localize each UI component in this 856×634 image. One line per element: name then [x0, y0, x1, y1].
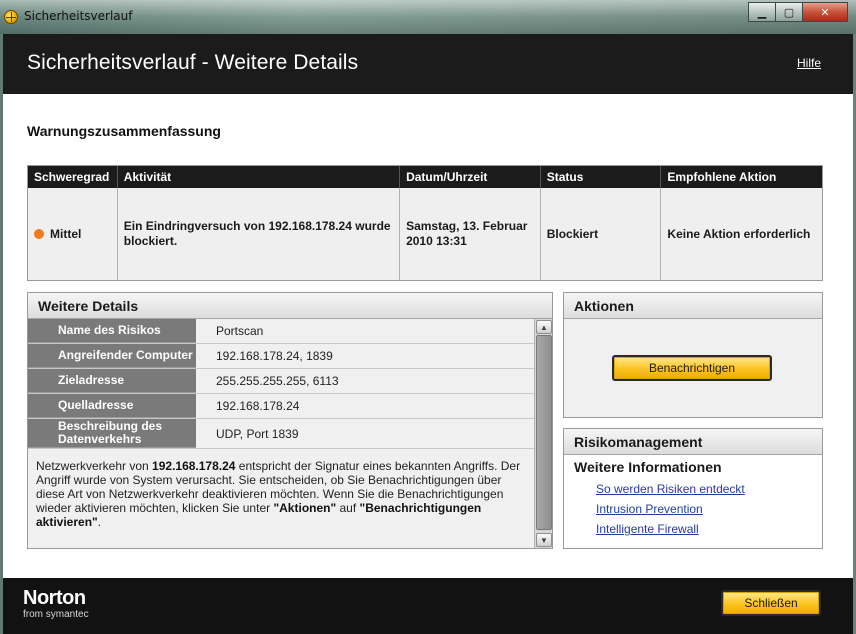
datetime-cell: Samstag, 13. Februar 2010 13:31 [400, 188, 541, 280]
norton-logo: Norton from symantec [23, 588, 89, 620]
risk-body: Weitere Informationen So werden Risiken … [564, 455, 822, 548]
detail-label: Zieladresse [28, 369, 196, 393]
detail-row-source: Quelladresse 192.168.178.24 [28, 394, 534, 419]
desc-text: . [97, 515, 102, 529]
summary-table: Schweregrad Aktivität Datum/Uhrzeit Stat… [27, 165, 823, 281]
detail-value: UDP, Port 1839 [196, 419, 534, 448]
summary-header-row: Schweregrad Aktivität Datum/Uhrzeit Stat… [28, 166, 822, 188]
detail-label: Quelladresse [28, 394, 196, 418]
actions-body: Benachrichtigen [564, 319, 822, 417]
detail-value: 255.255.255.255, 6113 [196, 369, 534, 393]
main-content: Warnungszusammenfassung Schweregrad Akti… [3, 94, 853, 578]
logo-text: Norton [23, 587, 86, 609]
help-link[interactable]: Hilfe [797, 56, 821, 70]
col-header-activity: Aktivität [118, 166, 401, 188]
details-scrollbar[interactable]: ▲ ▼ [534, 319, 552, 548]
detail-row-risk-name: Name des Risikos Portscan [28, 319, 534, 344]
severity-dot-icon [34, 229, 44, 239]
link-smart-firewall[interactable]: Intelligente Firewall [596, 522, 745, 536]
risk-links: So werden Risiken entdeckt Intrusion Pre… [596, 482, 745, 542]
notify-button[interactable]: Benachrichtigen [612, 355, 772, 381]
actions-panel-title: Aktionen [564, 293, 822, 319]
app-header: Sicherheitsverlauf - Weitere Details Hil… [3, 34, 853, 94]
actions-panel: Aktionen Benachrichtigen [563, 292, 823, 418]
desc-text: Netzwerkverkehr von [36, 459, 153, 473]
window-controls: ▁ ▢ ✕ [748, 2, 848, 24]
close-window-button[interactable]: ✕ [802, 2, 848, 22]
details-panel: Weitere Details Name des Risikos Portsca… [27, 292, 553, 549]
link-risk-detection[interactable]: So werden Risiken entdeckt [596, 482, 745, 496]
desc-actions-ref: "Aktionen" [273, 501, 337, 515]
severity-cell: Mittel [28, 188, 118, 280]
detail-row-traffic: Beschreibung des Datenverkehrs UDP, Port… [28, 419, 534, 449]
scroll-up-icon[interactable]: ▲ [536, 320, 552, 334]
footer: Norton from symantec Schließen [3, 578, 853, 634]
col-header-severity: Schweregrad [28, 166, 118, 188]
details-description: Netzwerkverkehr von 192.168.178.24 entsp… [28, 449, 534, 529]
page-title: Sicherheitsverlauf - Weitere Details [27, 51, 359, 74]
detail-label: Beschreibung des Datenverkehrs [28, 419, 196, 448]
recommended-action-cell: Keine Aktion erforderlich [667, 226, 811, 241]
link-intrusion-prevention[interactable]: Intrusion Prevention [596, 502, 745, 516]
table-row: Mittel Ein Eindringversuch von 192.168.1… [28, 188, 822, 280]
minimize-button[interactable]: ▁ [748, 2, 776, 22]
logo-subtext: from symantec [23, 609, 89, 620]
activity-cell: Ein Eindringversuch von 192.168.178.24 w… [118, 188, 401, 280]
detail-row-attacker: Angreifender Computer 192.168.178.24, 18… [28, 344, 534, 369]
status-cell: Blockiert [541, 188, 662, 280]
more-info-heading: Weitere Informationen [574, 459, 722, 475]
desc-text: auf [336, 501, 360, 515]
severity-value: Mittel [50, 226, 82, 241]
detail-row-target: Zieladresse 255.255.255.255, 6113 [28, 369, 534, 394]
detail-label: Angreifender Computer [28, 344, 196, 368]
detail-value: 192.168.178.24, 1839 [196, 344, 534, 368]
detail-value: 192.168.178.24 [196, 394, 534, 418]
details-panel-title: Weitere Details [28, 293, 552, 319]
window-title: Sicherheitsverlauf [24, 9, 133, 23]
desc-ip: 192.168.178.24 [152, 459, 236, 473]
norton-globe-icon [4, 10, 18, 24]
close-button[interactable]: Schließen [721, 590, 821, 616]
risk-panel-title: Risikomanagement [564, 429, 822, 455]
col-header-action: Empfohlene Aktion [667, 170, 777, 184]
maximize-button[interactable]: ▢ [775, 2, 803, 22]
detail-label: Name des Risikos [28, 319, 196, 343]
risk-panel: Risikomanagement Weitere Informationen S… [563, 428, 823, 549]
col-header-datetime: Datum/Uhrzeit [400, 166, 541, 188]
detail-value: Portscan [196, 319, 534, 343]
summary-title: Warnungszusammenfassung [27, 123, 221, 139]
scrollbar-thumb[interactable] [536, 335, 552, 530]
details-body: Name des Risikos Portscan Angreifender C… [28, 319, 534, 548]
scroll-down-icon[interactable]: ▼ [536, 533, 552, 547]
col-header-status: Status [541, 166, 662, 188]
window-titlebar: Sicherheitsverlauf ▁ ▢ ✕ [0, 0, 856, 34]
